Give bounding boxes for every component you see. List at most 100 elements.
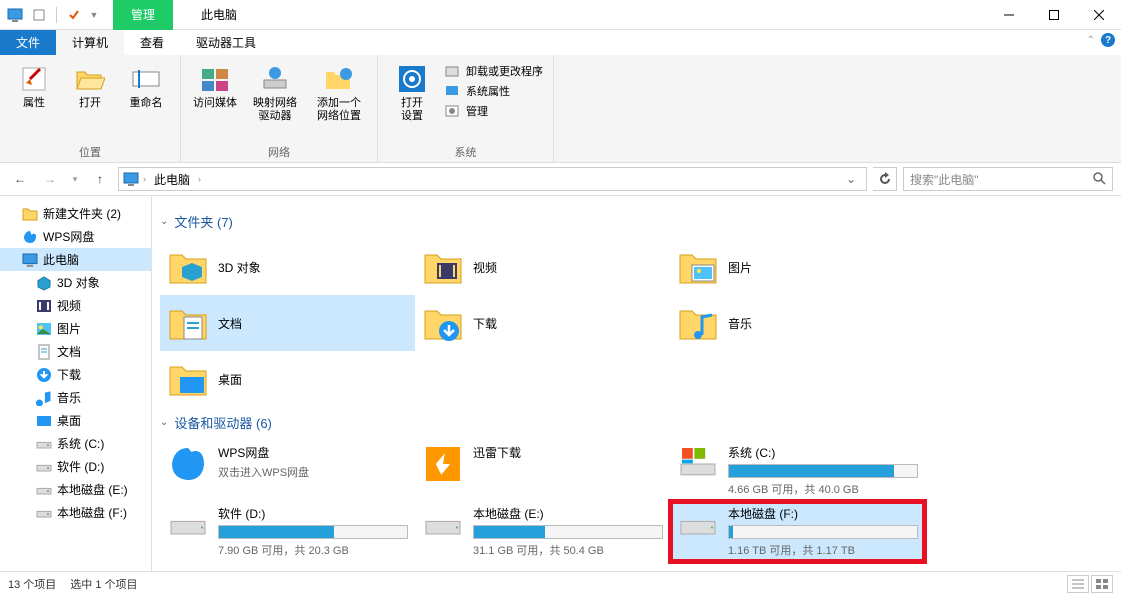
help-icon[interactable]: ? xyxy=(1101,33,1115,47)
quick-access-toolbar: ▼ xyxy=(0,4,101,26)
folder-item[interactable]: 下载 xyxy=(415,295,670,351)
sidebar-item[interactable]: 本地磁盘 (E:) xyxy=(0,478,151,501)
sidebar-item[interactable]: 软件 (D:) xyxy=(0,455,151,478)
folder-item[interactable]: 图片 xyxy=(670,239,925,295)
tab-file[interactable]: 文件 xyxy=(0,30,56,55)
chevron-right-icon[interactable]: › xyxy=(198,174,201,184)
item-count: 13 个项目 xyxy=(8,576,56,592)
sidebar-item-label: 本地磁盘 (F:) xyxy=(57,504,127,521)
folder-item[interactable]: 文档 xyxy=(160,295,415,351)
drive-icon xyxy=(36,436,52,452)
search-input[interactable]: 搜索"此电脑" xyxy=(903,167,1113,191)
access-media-button[interactable]: 访问媒体 xyxy=(191,59,239,110)
manage-button[interactable]: 管理 xyxy=(444,103,543,119)
sidebar-item[interactable]: 新建文件夹 (2) xyxy=(0,202,151,225)
drive-item[interactable]: 软件 (D:) 7.90 GB 可用，共 20.3 GB xyxy=(160,501,415,562)
ribbon: 属性 打开 重命名 位置 访问媒体 映射网络 驱动器 xyxy=(0,55,1121,163)
statusbar: 13 个项目 选中 1 个项目 xyxy=(0,571,1121,595)
dropdown-icon[interactable]: ▼ xyxy=(87,4,101,26)
pin-icon[interactable] xyxy=(28,4,50,26)
folder-label: 视频 xyxy=(473,259,497,276)
address-dropdown-icon[interactable]: ⌄ xyxy=(840,172,862,186)
chevron-down-icon: ⌄ xyxy=(160,216,168,227)
titlebar: ▼ 管理 此电脑 xyxy=(0,0,1121,30)
folder-item[interactable]: 3D 对象 xyxy=(160,239,415,295)
window-title: 此电脑 xyxy=(201,6,237,23)
drive-item[interactable]: 系统 (C:) 4.66 GB 可用，共 40.0 GB xyxy=(670,440,925,501)
navbar: ← → ▾ ↑ › 此电脑 › ⌄ 搜索"此电脑" xyxy=(0,163,1121,196)
drive-icon xyxy=(678,505,718,545)
sidebar-item[interactable]: 音乐 xyxy=(0,386,151,409)
folder-item[interactable]: 桌面 xyxy=(160,351,415,407)
sidebar-item[interactable]: 桌面 xyxy=(0,409,151,432)
uninstall-button[interactable]: 卸载或更改程序 xyxy=(444,63,543,79)
sidebar-item-label: 桌面 xyxy=(57,412,81,429)
close-button[interactable] xyxy=(1076,0,1121,30)
back-button[interactable]: ← xyxy=(8,167,32,191)
system-properties-button[interactable]: 系统属性 xyxy=(444,83,543,99)
folder-label: 音乐 xyxy=(728,315,752,332)
sidebar-item[interactable]: 此电脑 xyxy=(0,248,151,271)
minimize-button[interactable] xyxy=(986,0,1031,30)
context-tab-manage[interactable]: 管理 xyxy=(113,0,173,30)
sidebar-item[interactable]: 3D 对象 xyxy=(0,271,151,294)
sidebar-item[interactable]: 文档 xyxy=(0,340,151,363)
3d-icon xyxy=(36,275,52,291)
map-drive-button[interactable]: 映射网络 驱动器 xyxy=(247,59,303,123)
ribbon-tabs: 文件 计算机 查看 驱动器工具 ⌃ ? xyxy=(0,30,1121,55)
ribbon-group-system: 打开 设置 卸载或更改程序 系统属性 管理 系统 xyxy=(378,55,554,162)
sidebar-item[interactable]: WPS网盘 xyxy=(0,225,151,248)
drive-name: 迅雷下载 xyxy=(473,444,662,461)
pictures-icon xyxy=(678,247,718,287)
drive-name: 系统 (C:) xyxy=(728,444,918,461)
drive-item[interactable]: 本地磁盘 (E:) 31.1 GB 可用，共 50.4 GB xyxy=(415,501,670,562)
up-button[interactable]: ↑ xyxy=(88,167,112,191)
sidebar-item[interactable]: 下载 xyxy=(0,363,151,386)
chevron-right-icon[interactable]: › xyxy=(143,174,146,184)
icons-view-button[interactable] xyxy=(1091,575,1113,593)
sidebar-item-label: WPS网盘 xyxy=(43,228,94,245)
history-dropdown[interactable]: ▾ xyxy=(68,167,82,191)
folder-label: 下载 xyxy=(473,315,497,332)
folder-item[interactable]: 音乐 xyxy=(670,295,925,351)
breadcrumb-item[interactable]: 此电脑 xyxy=(150,171,194,188)
open-button[interactable]: 打开 xyxy=(66,59,114,110)
rename-button[interactable]: 重命名 xyxy=(122,59,170,110)
add-network-location-button[interactable]: 添加一个 网络位置 xyxy=(311,59,367,123)
tab-drive-tools[interactable]: 驱动器工具 xyxy=(180,30,272,55)
drive-item[interactable]: 本地磁盘 (F:) 1.16 TB 可用，共 1.17 TB xyxy=(670,501,925,562)
address-bar[interactable]: › 此电脑 › ⌄ xyxy=(118,167,867,191)
open-settings-button[interactable]: 打开 设置 xyxy=(388,59,436,123)
maximize-button[interactable] xyxy=(1031,0,1076,30)
wps-icon xyxy=(22,229,38,245)
properties-button[interactable]: 属性 xyxy=(10,59,58,110)
drive-icon xyxy=(36,505,52,521)
desktop-icon xyxy=(168,359,208,399)
sidebar-item[interactable]: 图片 xyxy=(0,317,151,340)
selection-count: 选中 1 个项目 xyxy=(70,576,137,592)
tab-computer[interactable]: 计算机 xyxy=(56,30,124,55)
sidebar-item-label: 视频 xyxy=(57,297,81,314)
refresh-button[interactable] xyxy=(873,167,897,191)
properties-icon[interactable] xyxy=(63,4,85,26)
downloads-icon xyxy=(36,367,52,383)
pc-icon[interactable] xyxy=(4,4,26,26)
folder-icon xyxy=(22,206,38,222)
details-view-button[interactable] xyxy=(1067,575,1089,593)
drive-capacity-text: 4.66 GB 可用，共 40.0 GB xyxy=(728,481,918,497)
sidebar-item[interactable]: 系统 (C:) xyxy=(0,432,151,455)
folder-item[interactable]: 视频 xyxy=(415,239,670,295)
drives-group-header[interactable]: ⌄设备和驱动器 (6) xyxy=(160,413,1113,432)
sidebar-item-label: 3D 对象 xyxy=(57,274,100,291)
drive-item[interactable]: WPS网盘 双击进入WPS网盘 xyxy=(160,440,415,501)
sidebar-item[interactable]: 本地磁盘 (F:) xyxy=(0,501,151,524)
collapse-ribbon-icon[interactable]: ⌃ xyxy=(1087,35,1095,46)
downloads-icon xyxy=(423,303,463,343)
folder-label: 3D 对象 xyxy=(218,259,261,276)
video-icon xyxy=(36,298,52,314)
tab-view[interactable]: 查看 xyxy=(124,30,180,55)
drive-item[interactable]: 迅雷下载 xyxy=(415,440,670,501)
forward-button[interactable]: → xyxy=(38,167,62,191)
sidebar-item[interactable]: 视频 xyxy=(0,294,151,317)
folders-group-header[interactable]: ⌄文件夹 (7) xyxy=(160,212,1113,231)
